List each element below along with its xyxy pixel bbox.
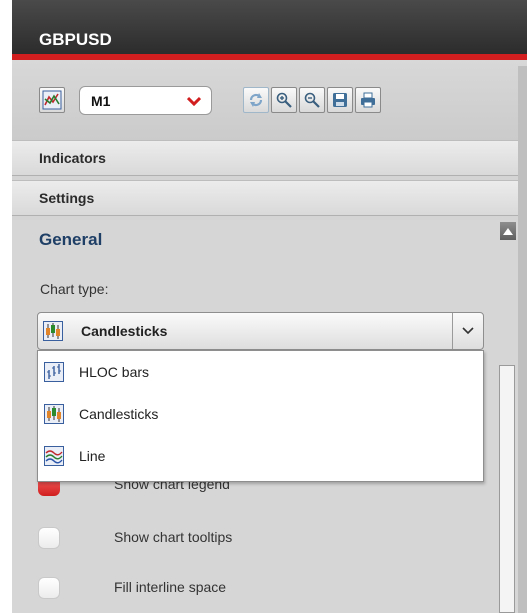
show-chart-tooltips-checkbox[interactable]: [38, 527, 60, 549]
option-label: Candlesticks: [79, 406, 159, 422]
scroll-thumb[interactable]: [499, 365, 515, 613]
chevron-down-icon: [187, 96, 201, 106]
candlesticks-icon: [43, 321, 63, 341]
candlesticks-icon: [44, 404, 64, 424]
fill-interline-space-checkbox[interactable]: [38, 577, 60, 599]
show-chart-tooltips-label: Show chart tooltips: [114, 529, 233, 545]
zoom-in-icon: [276, 92, 292, 108]
arrow-up-icon: [503, 227, 513, 235]
save-button[interactable]: [327, 87, 353, 113]
chart-type-label: Chart type:: [40, 281, 109, 297]
timeframe-value: M1: [91, 93, 111, 109]
chart-type-options-list: HLOC bars Candlesticks Line: [37, 350, 484, 482]
refresh-button[interactable]: [243, 87, 269, 113]
hloc-bars-icon: [44, 362, 64, 382]
zoom-out-icon: [304, 92, 320, 108]
option-line[interactable]: Line: [38, 437, 483, 477]
option-label: Line: [79, 448, 106, 464]
chart-toolbar: M1: [12, 60, 527, 140]
indicators-header[interactable]: Indicators: [12, 140, 527, 176]
save-icon: [333, 93, 347, 107]
option-label: HLOC bars: [79, 364, 150, 380]
settings-panel: General Chart type: Candlesticks HLOC ba…: [12, 220, 496, 613]
chart-type-dropdown[interactable]: Candlesticks: [37, 312, 484, 350]
section-title: General: [39, 230, 103, 249]
chart-window: GBPUSD M1 Indicators Settings General Ch…: [12, 0, 527, 613]
window-edge: [518, 66, 527, 613]
zoom-out-button[interactable]: [299, 87, 325, 113]
print-icon: [361, 92, 375, 108]
settings-label: Settings: [39, 190, 95, 206]
option-hloc-bars[interactable]: HLOC bars: [38, 353, 483, 393]
window-title: GBPUSD: [39, 30, 112, 49]
chart-type-value: Candlesticks: [81, 323, 168, 339]
refresh-icon: [249, 93, 263, 107]
print-button[interactable]: [355, 87, 381, 113]
fill-interline-space-label: Fill interline space: [114, 579, 227, 595]
timeframe-select[interactable]: M1: [79, 86, 212, 115]
chart-type-button[interactable]: [39, 87, 65, 113]
settings-header[interactable]: Settings: [12, 180, 527, 216]
indicators-label: Indicators: [39, 150, 106, 166]
chart-type-icon: [42, 90, 62, 110]
scroll-up-button[interactable]: [500, 222, 516, 240]
zoom-in-button[interactable]: [271, 87, 297, 113]
line-chart-icon: [44, 446, 64, 466]
dropdown-arrow-button[interactable]: [452, 313, 483, 349]
chevron-down-icon: [462, 327, 474, 335]
title-bar: GBPUSD: [12, 0, 527, 60]
option-candlesticks[interactable]: Candlesticks: [38, 395, 483, 435]
